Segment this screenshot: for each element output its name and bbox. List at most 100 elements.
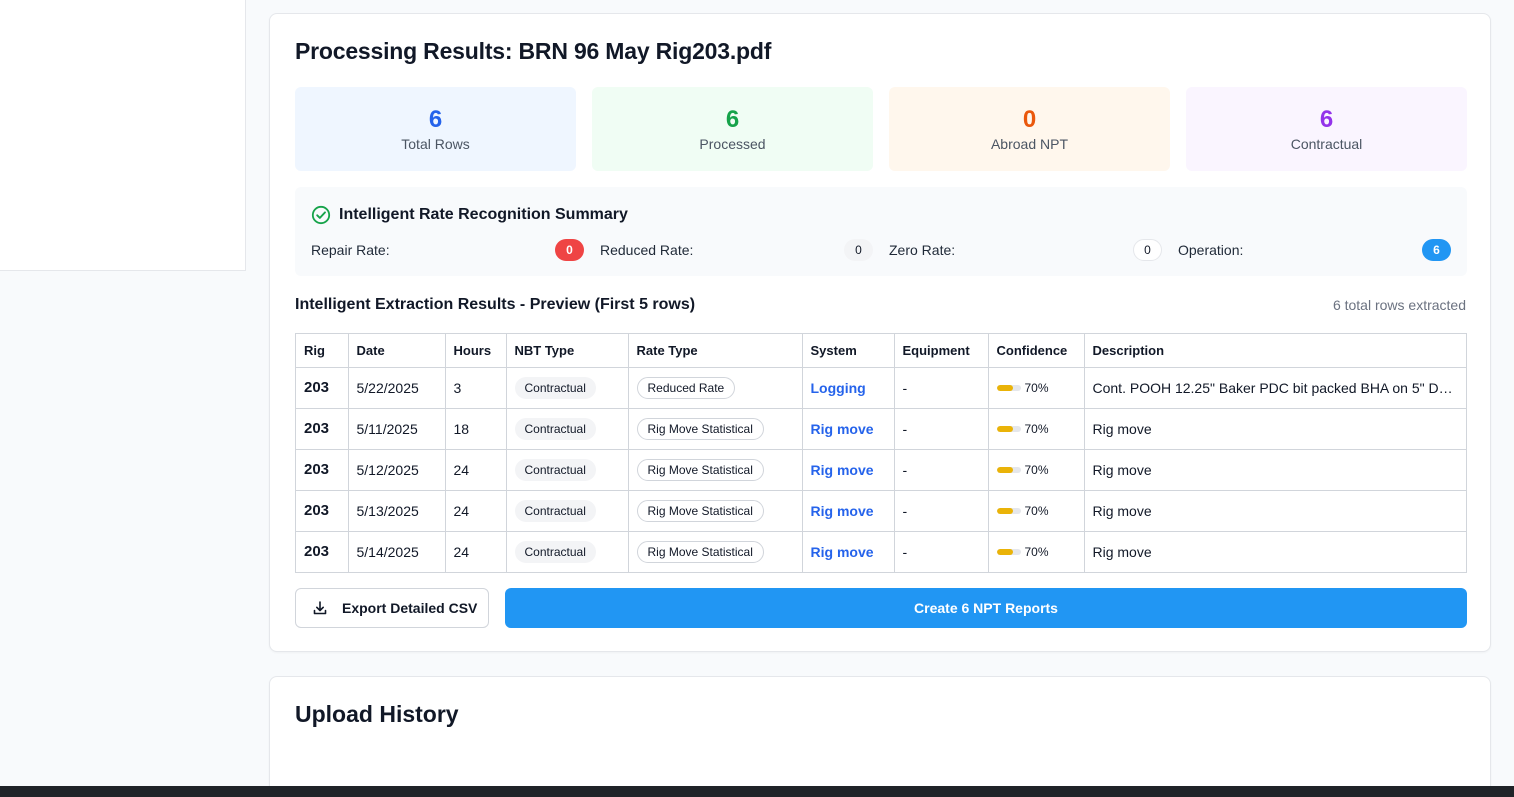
nbt-type-badge: Contractual: [514, 540, 596, 563]
cell-rate-type: Rig Move Statistical: [628, 490, 803, 532]
cell-nbt-type: Contractual: [506, 367, 629, 409]
confidence-bar: [996, 507, 1021, 514]
cell-date: 5/11/2025: [348, 408, 446, 450]
confidence-indicator: 70%: [996, 422, 1076, 436]
confidence-bar: [996, 548, 1021, 555]
table-row[interactable]: 203 5/11/2025 18 Contractual Rig Move Statis…: [296, 408, 1466, 450]
confidence-label: 70%: [1024, 380, 1049, 395]
rate-label: Zero Rate:: [889, 242, 956, 258]
stat-label: Contractual: [1290, 136, 1363, 152]
rate-type-badge: Rig Move Statistical: [636, 458, 764, 481]
confidence-indicator: 70%: [996, 462, 1076, 477]
stat-label: Total Rows: [401, 136, 470, 152]
sidebar-panel: [0, 0, 246, 271]
cell-rig: 203: [296, 449, 349, 491]
column-header-description[interactable]: Description: [1084, 334, 1466, 368]
stats-row: 6 Total Rows 6 Processed 0 Abroad NPT 6 …: [295, 87, 1467, 171]
cell-system: Logging: [802, 367, 895, 409]
confidence-bar: [996, 425, 1021, 432]
confidence-indicator: 70%: [996, 380, 1076, 395]
upload-history-card: Upload History: [269, 676, 1491, 797]
confidence-bar-fill: [996, 466, 1014, 473]
stat-value: 0: [1022, 106, 1037, 133]
nbt-type-badge: Contractual: [514, 417, 596, 440]
rate-count-badge: 0: [844, 239, 873, 261]
cell-description: Cont. POOH 12.25" Baker PDC bit packed B…: [1084, 367, 1466, 409]
system-link[interactable]: Logging: [811, 380, 866, 396]
rate-count-badge: 6: [1422, 239, 1451, 261]
stat-processed: 6 Processed: [592, 87, 873, 171]
cell-date: 5/12/2025: [348, 449, 446, 491]
table-row[interactable]: 203 5/12/2025 24 Contractual Rig Move Statis…: [296, 449, 1466, 491]
rate-type-badge: Rig Move Statistical: [636, 417, 764, 440]
column-header-confidence[interactable]: Confidence: [988, 334, 1085, 368]
cell-rig: 203: [296, 408, 349, 450]
nbt-type-badge: Contractual: [514, 458, 596, 481]
system-link[interactable]: Rig move: [811, 421, 874, 437]
upload-history-title: Upload History: [295, 701, 459, 727]
confidence-indicator: 70%: [996, 503, 1076, 518]
confidence-label: 70%: [1024, 503, 1049, 518]
cell-nbt-type: Contractual: [506, 490, 629, 532]
stat-value: 6: [1319, 106, 1334, 133]
cell-confidence: 70%: [988, 490, 1085, 532]
column-header-date[interactable]: Date: [348, 334, 446, 368]
column-header-equipment[interactable]: Equipment: [894, 334, 989, 368]
confidence-bar-fill: [996, 425, 1014, 432]
cell-equipment: -: [894, 531, 989, 572]
stat-abroad-npt: 0 Abroad NPT: [889, 87, 1170, 171]
preview-title: Intelligent Extraction Results - Preview…: [295, 296, 696, 313]
column-header-rate-type[interactable]: Rate Type: [628, 334, 803, 368]
rate-type-badge: Rig Move Statistical: [636, 499, 764, 522]
summary-header: Intelligent Rate Recognition Summary: [311, 205, 628, 225]
cell-confidence: 70%: [988, 367, 1085, 409]
column-header-system[interactable]: System: [802, 334, 895, 368]
cell-nbt-type: Contractual: [506, 408, 629, 450]
system-link[interactable]: Rig move: [811, 544, 874, 560]
taskbar-strip: [0, 786, 1514, 797]
processing-results-card: Processing Results: BRN 96 May Rig203.pd…: [269, 13, 1491, 652]
stat-label: Abroad NPT: [990, 136, 1069, 152]
table-row[interactable]: 203 5/22/2025 3 Contractual Reduced Rate Logg…: [296, 367, 1466, 409]
cell-rate-type: Reduced Rate: [628, 367, 803, 409]
rate-label: Repair Rate:: [311, 242, 390, 258]
confidence-label: 70%: [1024, 462, 1049, 477]
table-row[interactable]: 203 5/13/2025 24 Contractual Rig Move Statis…: [296, 490, 1466, 532]
cell-date: 5/14/2025: [348, 531, 446, 572]
nbt-type-badge: Contractual: [514, 499, 596, 522]
check-circle-icon: [311, 205, 331, 225]
confidence-bar: [996, 466, 1021, 473]
rate-list: Repair Rate: 0 Reduced Rate: 0 Zero Rate…: [311, 239, 1451, 261]
system-link[interactable]: Rig move: [811, 462, 874, 478]
stat-contractual: 6 Contractual: [1186, 87, 1467, 171]
confidence-bar: [996, 384, 1021, 391]
rate-repair: Repair Rate: 0: [311, 239, 584, 261]
stat-value: 6: [725, 106, 740, 133]
column-header-hours[interactable]: Hours: [445, 334, 507, 368]
download-icon: [312, 600, 328, 616]
table-row[interactable]: 203 5/14/2025 24 Contractual Rig Move Statis…: [296, 531, 1466, 572]
cell-hours: 24: [445, 531, 507, 572]
rate-zero: Zero Rate: 0: [889, 239, 1162, 261]
cell-rate-type: Rig Move Statistical: [628, 449, 803, 491]
extraction-table: Rig Date Hours NBT Type Rate Type System…: [295, 333, 1467, 573]
rate-count-badge: 0: [1133, 239, 1162, 261]
create-npt-reports-button[interactable]: Create 6 NPT Reports: [505, 588, 1467, 628]
column-header-nbt-type[interactable]: NBT Type: [506, 334, 629, 368]
cell-date: 5/13/2025: [348, 490, 446, 532]
cell-hours: 24: [445, 449, 507, 491]
cell-rig: 203: [296, 531, 349, 572]
stat-value: 6: [428, 106, 443, 133]
rate-type-badge: Rig Move Statistical: [636, 540, 764, 563]
export-csv-button[interactable]: Export Detailed CSV: [295, 588, 489, 628]
export-csv-label: Export Detailed CSV: [342, 600, 478, 616]
system-link[interactable]: Rig move: [811, 503, 874, 519]
stat-total-rows: 6 Total Rows: [295, 87, 576, 171]
cell-equipment: -: [894, 408, 989, 450]
stat-label: Processed: [699, 136, 766, 152]
cell-rig: 203: [296, 490, 349, 532]
summary-title: Intelligent Rate Recognition Summary: [339, 206, 628, 223]
cell-system: Rig move: [802, 408, 895, 450]
cell-rate-type: Rig Move Statistical: [628, 408, 803, 450]
column-header-rig[interactable]: Rig: [296, 334, 349, 368]
